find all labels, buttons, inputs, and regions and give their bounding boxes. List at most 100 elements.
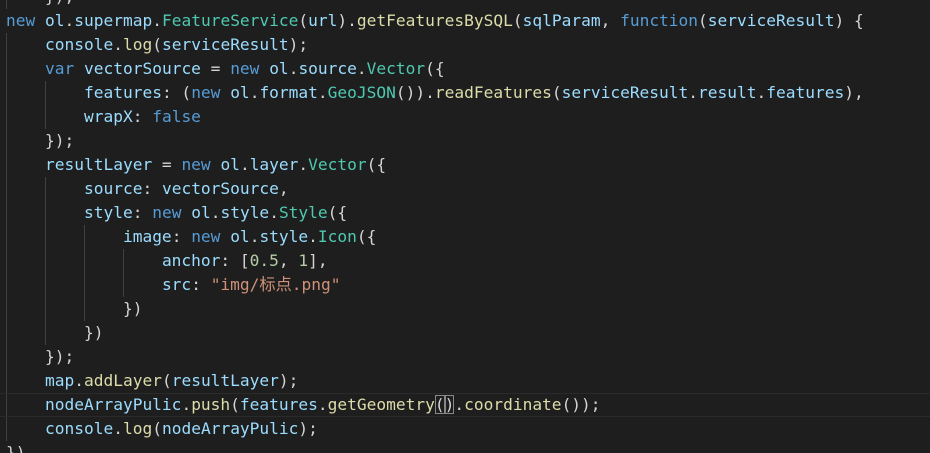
code-token: readFeatures bbox=[434, 83, 552, 102]
code-token: false bbox=[152, 107, 201, 126]
matched-bracket: ) bbox=[444, 395, 455, 414]
code-token: . bbox=[317, 83, 328, 102]
code-token: ); bbox=[288, 35, 309, 54]
code-line[interactable]: new ol.supermap.FeatureService(url).getF… bbox=[0, 9, 930, 33]
code-line[interactable]: anchor: [0.5, 1], bbox=[0, 249, 930, 273]
code-token: . bbox=[152, 11, 162, 30]
code-token: . bbox=[688, 83, 699, 102]
matched-bracket: ( bbox=[434, 395, 445, 414]
code-token: . bbox=[239, 155, 250, 174]
code-token: push bbox=[191, 395, 231, 414]
code-token: ). bbox=[337, 11, 357, 30]
code-token: }) bbox=[122, 299, 143, 318]
code-token: }); bbox=[44, 131, 75, 150]
code-token: vectorSource bbox=[83, 59, 201, 78]
code-line[interactable]: source: vectorSource, bbox=[0, 177, 930, 201]
code-token: . bbox=[113, 35, 123, 54]
code-token: console bbox=[44, 419, 114, 438]
code-token: resultLayer bbox=[171, 371, 279, 390]
code-token: Style bbox=[278, 203, 328, 222]
code-token: ) { bbox=[834, 11, 864, 30]
code-token: image bbox=[122, 227, 172, 246]
code-token: 0.5 bbox=[249, 251, 279, 270]
code-line[interactable]: image: new ol.style.Icon({ bbox=[0, 225, 930, 249]
code-token: features bbox=[766, 83, 845, 102]
code-token: style bbox=[220, 203, 270, 222]
code-token: url bbox=[308, 11, 338, 30]
code-token: source bbox=[83, 179, 143, 198]
code-token: ol bbox=[191, 203, 211, 222]
code-line[interactable]: console.log(nodeArrayPulic); bbox=[0, 417, 930, 441]
code-line[interactable]: console.log(serviceResult); bbox=[0, 33, 930, 57]
code-line[interactable]: }); bbox=[0, 345, 930, 369]
code-token: new bbox=[230, 59, 260, 78]
code-token: anchor bbox=[161, 251, 221, 270]
code-token: serviceResult bbox=[561, 83, 689, 102]
code-token: }); bbox=[44, 347, 75, 366]
code-token: result bbox=[698, 83, 757, 102]
code-token: Icon bbox=[317, 227, 357, 246]
code-token: Vector bbox=[366, 59, 426, 78]
code-line[interactable]: }); bbox=[0, 0, 930, 9]
code-line[interactable]: }) bbox=[0, 441, 930, 453]
code-token: addLayer bbox=[83, 371, 162, 390]
code-token: : [ bbox=[220, 251, 250, 270]
code-line[interactable]: map.addLayer(resultLayer); bbox=[0, 369, 930, 393]
code-line[interactable]: }); bbox=[0, 129, 930, 153]
code-token: : bbox=[132, 107, 153, 126]
code-token: serviceResult bbox=[707, 11, 835, 30]
code-line[interactable]: var vectorSource = new ol.source.Vector(… bbox=[0, 57, 930, 81]
code-token: features bbox=[83, 83, 162, 102]
code-line[interactable]: }) bbox=[0, 321, 930, 345]
code-token: getGeometry bbox=[327, 395, 435, 414]
code-token: new bbox=[181, 155, 211, 174]
code-token: getFeaturesBySQL bbox=[356, 11, 513, 30]
code-token: layer bbox=[249, 155, 299, 174]
code-token: nodeArrayPulic bbox=[161, 419, 299, 438]
code-token: . bbox=[210, 203, 221, 222]
code-token: ); bbox=[298, 419, 318, 438]
code-token: style bbox=[259, 227, 309, 246]
code-token: console bbox=[44, 35, 114, 54]
code-token: . bbox=[356, 59, 367, 78]
code-token: new bbox=[191, 227, 221, 246]
code-token: ), bbox=[844, 83, 864, 102]
code-token: ( bbox=[551, 83, 562, 102]
code-token: log bbox=[122, 35, 153, 54]
code-token: new bbox=[6, 11, 36, 30]
code-token: Vector bbox=[308, 155, 367, 174]
code-token: = bbox=[152, 155, 182, 174]
code-token: ol bbox=[230, 227, 250, 246]
code-line[interactable]: src: "img/标点.png" bbox=[0, 273, 930, 297]
code-token: src bbox=[161, 275, 192, 294]
code-token: var bbox=[44, 59, 75, 78]
code-line[interactable]: features: (new ol.format.GeoJSON()).read… bbox=[0, 81, 930, 105]
code-line[interactable]: resultLayer = new ol.layer.Vector({ bbox=[0, 153, 930, 177]
code-token: ({ bbox=[366, 155, 387, 174]
code-token: ({ bbox=[356, 227, 377, 246]
code-token: features bbox=[239, 395, 318, 414]
code-line[interactable]: wrapX: false bbox=[0, 105, 930, 129]
code-token: ()). bbox=[395, 83, 435, 102]
code-token: nodeArrayPulic bbox=[44, 395, 182, 414]
code-token: FeatureService bbox=[161, 11, 299, 30]
code-token: . bbox=[317, 395, 328, 414]
code-token: wrapX bbox=[83, 107, 133, 126]
code-token: supermap bbox=[74, 11, 153, 30]
code-editor[interactable]: });new ol.supermap.FeatureService(url).g… bbox=[0, 0, 930, 453]
code-token: : ( bbox=[161, 83, 192, 102]
code-line[interactable]: style: new ol.style.Style({ bbox=[0, 201, 930, 225]
code-line-current[interactable]: nodeArrayPulic.push(features.getGeometry… bbox=[0, 393, 930, 417]
code-line[interactable]: }) bbox=[0, 297, 930, 321]
